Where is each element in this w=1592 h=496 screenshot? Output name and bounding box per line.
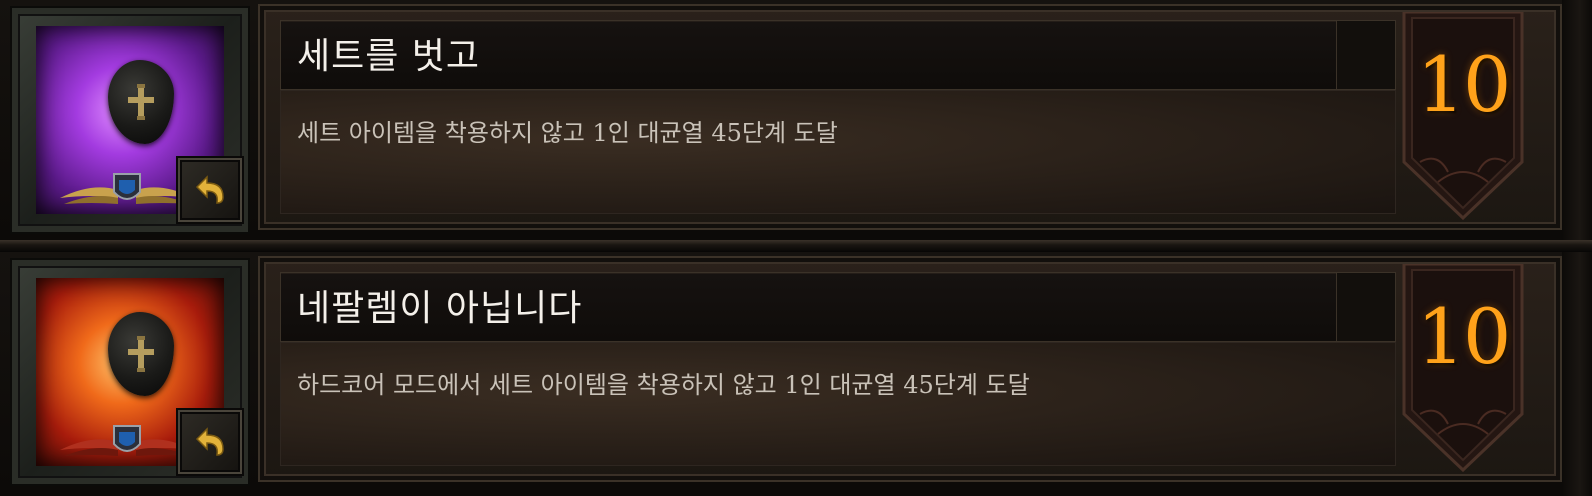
achievement-points: 10: [1416, 292, 1512, 381]
achievement-row[interactable]: 세트를 벗고 세트 아이템을 착용하지 않고 1인 대균열 45단계 도달 10: [0, 0, 1592, 240]
description-area: 하드코어 모드에서 세트 아이템을 착용하지 않고 1인 대균열 45단계 도달: [280, 342, 1396, 466]
achievement-panel: 네팔렘이 아닙니다 하드코어 모드에서 세트 아이템을 착용하지 않고 1인 대…: [258, 256, 1562, 482]
stone-cross-icon: [108, 60, 174, 144]
stone-cross-icon: [108, 312, 174, 396]
description-area: 세트 아이템을 착용하지 않고 1인 대균열 45단계 도달: [280, 90, 1396, 214]
achievement-points: 10: [1416, 40, 1512, 129]
achievement-panel: 세트를 벗고 세트 아이템을 착용하지 않고 1인 대균열 45단계 도달 10: [258, 4, 1562, 230]
title-bar: 네팔렘이 아닙니다: [280, 272, 1396, 342]
undo-arrow-icon: [195, 175, 224, 204]
undo-button[interactable]: [178, 158, 242, 222]
points-banner: 10: [1398, 262, 1528, 473]
undo-button[interactable]: [178, 410, 242, 474]
row-divider: [0, 240, 1592, 252]
achievement-row[interactable]: 네팔렘이 아닙니다 하드코어 모드에서 세트 아이템을 착용하지 않고 1인 대…: [0, 252, 1592, 496]
achievement-description: 세트 아이템을 착용하지 않고 1인 대균열 45단계 도달: [297, 119, 838, 147]
achievement-icon-frame: [10, 258, 250, 486]
achievement-title: 세트를 벗고: [297, 36, 481, 77]
achievement-description: 하드코어 모드에서 세트 아이템을 착용하지 않고 1인 대균열 45단계 도달: [297, 371, 1030, 399]
achievement-title: 네팔렘이 아닙니다: [297, 288, 583, 329]
title-bar: 세트를 벗고: [280, 20, 1396, 90]
undo-arrow-icon: [195, 427, 224, 456]
achievement-icon-frame: [10, 6, 250, 234]
points-banner: 10: [1398, 10, 1528, 221]
